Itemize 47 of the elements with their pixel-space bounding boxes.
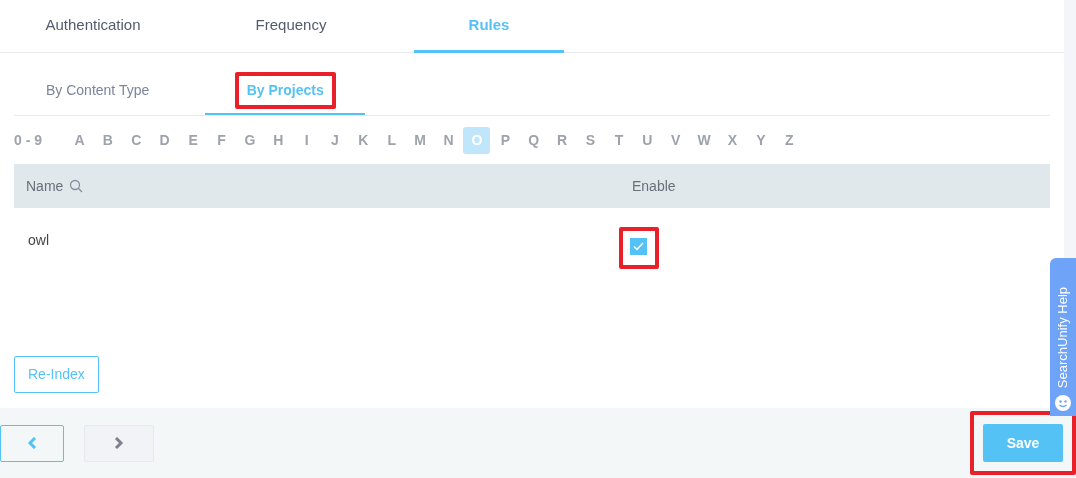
- letter-filter[interactable]: Q: [520, 126, 548, 154]
- next-button[interactable]: [84, 424, 154, 462]
- sub-tab[interactable]: By Content Type: [14, 67, 182, 115]
- letter-filter[interactable]: R: [548, 126, 576, 154]
- letter-filter[interactable]: K: [349, 126, 377, 154]
- letter-filter[interactable]: F: [207, 126, 235, 154]
- letter-filter[interactable]: M: [406, 126, 434, 154]
- save-button[interactable]: Save: [983, 424, 1063, 462]
- column-header: Enable: [632, 176, 676, 196]
- letter-filter[interactable]: N: [435, 126, 463, 154]
- letter-filter[interactable]: V: [662, 126, 690, 154]
- tab[interactable]: Frequency: [216, 0, 366, 53]
- column-header: Name: [26, 176, 64, 196]
- sub-tab[interactable]: By Projects: [205, 67, 366, 115]
- tab[interactable]: Rules: [414, 0, 564, 53]
- letter-filter[interactable]: S: [577, 126, 605, 154]
- checkbox[interactable]: [630, 238, 647, 255]
- chevron-right-icon: [114, 437, 124, 449]
- letter-filter[interactable]: D: [151, 126, 179, 154]
- letter-filter[interactable]: P: [491, 126, 519, 154]
- letter-filter[interactable]: E: [179, 126, 207, 154]
- letter-filter[interactable]: I: [293, 126, 321, 154]
- letter-filter[interactable]: 0 - 9: [14, 126, 66, 154]
- letter-filter[interactable]: O: [463, 126, 491, 154]
- letter-filter[interactable]: W: [690, 126, 718, 154]
- letter-filter[interactable]: J: [321, 126, 349, 154]
- letter-filter[interactable]: Z: [775, 126, 803, 154]
- reindex-button[interactable]: Re-Index: [14, 356, 99, 393]
- checkmark-icon: [633, 242, 644, 251]
- letter-filter[interactable]: T: [605, 126, 633, 154]
- letter-filter[interactable]: G: [236, 126, 264, 154]
- help-tab[interactable]: SearchUnify Help: [1050, 258, 1076, 416]
- letter-filter[interactable]: C: [122, 126, 150, 154]
- tab[interactable]: Authentication: [18, 0, 168, 53]
- letter-filter[interactable]: Y: [747, 126, 775, 154]
- letter-filter[interactable]: L: [378, 126, 406, 154]
- letter-filter[interactable]: B: [94, 126, 122, 154]
- letter-filter[interactable]: H: [264, 126, 292, 154]
- letter-filter[interactable]: X: [719, 126, 746, 154]
- highlight-frame: By Projects: [234, 71, 336, 109]
- letter-filter[interactable]: A: [66, 126, 93, 154]
- smiley-icon: [1054, 394, 1072, 412]
- table-cell: owl: [28, 232, 49, 248]
- previous-button[interactable]: [0, 424, 64, 462]
- chevron-left-icon: [27, 437, 37, 449]
- letter-filter[interactable]: U: [633, 126, 661, 154]
- search-icon[interactable]: [69, 179, 84, 193]
